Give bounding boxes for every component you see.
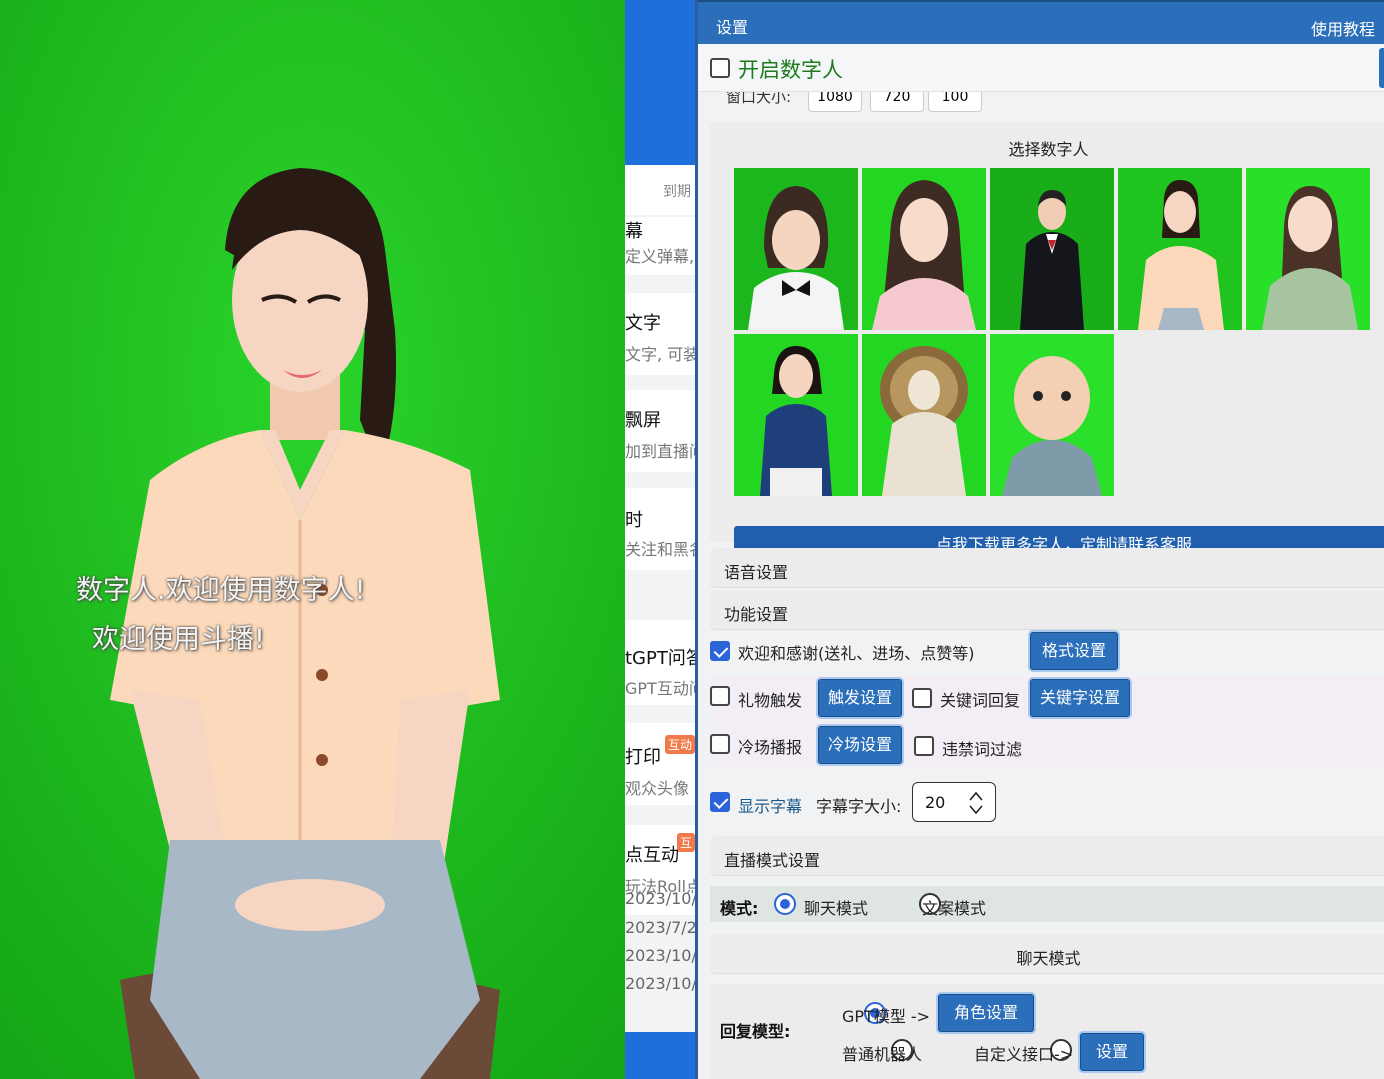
feature-card-desc: 加到直播间 [625,442,697,461]
window-height-input[interactable]: 720 [870,92,924,112]
custom-api-label[interactable]: 自定义接口-> [974,1041,1073,1065]
avatar-long-hair-girl[interactable] [862,168,986,330]
cold-settings-button[interactable]: 冷场设置 [818,726,902,764]
feature-card-title: 时 [625,510,643,531]
enable-digital-human-checkbox[interactable] [710,58,730,78]
format-settings-button[interactable]: 格式设置 [1030,632,1118,670]
enable-digital-human-label[interactable]: 开启数字人 [738,54,843,84]
mode-label: 模式: [720,899,759,918]
voice-settings-label: 语音设置 [724,563,789,582]
welcome-checkbox[interactable] [710,641,730,661]
feature-card[interactable]: 飘屏 加到直播间 [625,390,697,472]
banned-words-label[interactable]: 违禁词过滤 [942,736,1022,760]
gpt-model-label[interactable]: GPT模型 -> [842,1003,930,1027]
window-scale-input[interactable]: 100 [928,92,982,112]
feature-card-title: 幕 [625,221,643,242]
function-settings-section[interactable]: 功能设置 [710,590,1384,630]
avatar-short-hair-girl[interactable] [734,168,858,330]
live-mode-settings-label: 直播模式设置 [724,851,821,870]
tutorial-link[interactable]: 使用教程 [1311,16,1375,40]
keyword-reply-label[interactable]: 关键词回复 [940,687,1020,711]
avatar-blue-dress-woman[interactable] [734,334,858,496]
live-mode-settings-section[interactable]: 直播模式设置 [710,836,1384,876]
feature-card-desc: GPT互动问 [625,679,697,698]
subtitle-line-2: 欢迎使用斗播! [92,624,265,655]
font-size-value: 20 [925,793,946,812]
feature-card-title: 点互动 [625,845,679,866]
role-settings-button[interactable]: 角色设置 [938,994,1034,1032]
interactive-tag: 互 [676,833,695,852]
feature-card[interactable]: 时 关注和黑名 [625,488,697,570]
window-width-input[interactable]: 1080 [808,92,862,112]
keyword-reply-checkbox[interactable] [912,688,932,708]
background-app-content: 到期 幕 定义弹幕, 文字 文字, 可装 飘屏 加到直播间 时 关注和黑名 tG… [625,165,697,1032]
welcome-label[interactable]: 欢迎和感谢(送礼、进场、点赞等) [738,640,975,664]
expiry-date: 2023/10/2 [625,946,697,965]
avatar-qipao-woman[interactable] [1246,168,1370,330]
function-settings-label: 功能设置 [724,605,789,624]
window-size-label: 窗口大小: [726,92,792,106]
settings-title: 设置 [716,18,749,37]
avatar-section-title: 选择数字人 [1008,140,1089,159]
script-mode-label[interactable]: 文案模式 [922,895,986,919]
feature-card[interactable]: 互动 打印 观众头像 [625,723,697,805]
cold-broadcast-row [710,722,1384,766]
normal-bot-label[interactable]: 普通机器人 [842,1041,922,1065]
screen: 数字人.欢迎使用数字人! 欢迎使用斗播! 到期 幕 定义弹幕, 文字 文字, 可… [0,0,1384,1079]
avatar-baby-boy[interactable] [990,334,1114,496]
expiry-date: 2023/10/2 [625,974,697,993]
settings-titlebar: 设置 使用教程 [698,0,1384,44]
cold-broadcast-checkbox[interactable] [710,734,730,754]
custom-api-settings-button[interactable]: 设置 [1080,1033,1144,1071]
feature-card-title: tGPT问答 [625,648,697,669]
cold-broadcast-label[interactable]: 冷场播报 [738,734,802,758]
feature-card-desc: 定义弹幕, [625,247,695,266]
expiry-column-header: 到期 [663,184,691,200]
spinner-arrows-icon[interactable] [969,790,983,816]
settings-scroll-area[interactable]: 窗口大小: 1080 720 100 选择数字人 点我下载更多字人，定制请联系客… [698,92,1384,1079]
banned-words-checkbox[interactable] [914,736,934,756]
chat-mode-title: 聊天模式 [1016,949,1081,968]
chat-mode-section: 聊天模式 [710,934,1384,974]
interactive-tag: 互动 [664,735,695,754]
show-subtitles-label[interactable]: 显示字幕 [738,793,802,817]
enable-digital-human-row: 开启数字人 [698,44,1384,92]
scrollbar-handle[interactable] [1379,48,1384,88]
reply-model-label: 回复模型: [720,1022,791,1041]
feature-card[interactable]: 文字 文字, 可装 [625,293,697,375]
show-subtitles-checkbox[interactable] [710,792,730,812]
feature-card[interactable]: tGPT问答 GPT互动问 [625,620,697,705]
subtitle-line-1: 数字人.欢迎使用数字人! [76,575,366,606]
gift-trigger-label[interactable]: 礼物触发 [738,687,802,711]
background-app-window: 到期 幕 定义弹幕, 文字 文字, 可装 飘屏 加到直播间 时 关注和黑名 tG… [625,0,697,1079]
avatar-peach-cardigan-woman[interactable] [1118,168,1242,330]
feature-card-desc: 文字, 可装 [625,345,697,364]
avatar-selection-section: 选择数字人 点我下载更多字人，定制请联系客服 [710,122,1384,564]
avatar-grid [734,168,1374,498]
feature-card-title: 打印 [625,747,661,768]
trigger-settings-button[interactable]: 触发设置 [818,679,902,717]
expiry-date: 2023/7/2 [625,918,697,937]
avatar-guanyin-statue[interactable] [862,334,986,496]
feature-card[interactable]: 幕 定义弹幕, [625,217,697,275]
chat-mode-label[interactable]: 聊天模式 [804,895,868,919]
expiry-date: 2023/10/2 [625,889,697,908]
presenter-figure-illustration [0,0,625,1079]
feature-card-desc: 关注和黑名 [625,540,697,559]
feature-card-title: 飘屏 [625,410,661,431]
digital-human-preview: 数字人.欢迎使用数字人! 欢迎使用斗播! [0,0,625,1079]
gift-trigger-checkbox[interactable] [710,686,730,706]
background-app-header: 到期 [625,165,697,215]
font-size-label: 字幕字大小: [816,797,902,816]
keyword-settings-button[interactable]: 关键字设置 [1030,679,1130,717]
avatar-suit-woman[interactable] [990,168,1114,330]
font-size-spinner[interactable]: 20 [912,782,996,822]
settings-panel: 设置 使用教程 开启数字人 窗口大小: 1080 720 100 选择数字人 点… [695,0,1384,1079]
feature-card-desc: 观众头像 [625,779,690,798]
voice-settings-section[interactable]: 语音设置 [710,548,1384,588]
chat-mode-radio[interactable] [774,893,796,915]
feature-card-title: 文字 [625,313,661,334]
